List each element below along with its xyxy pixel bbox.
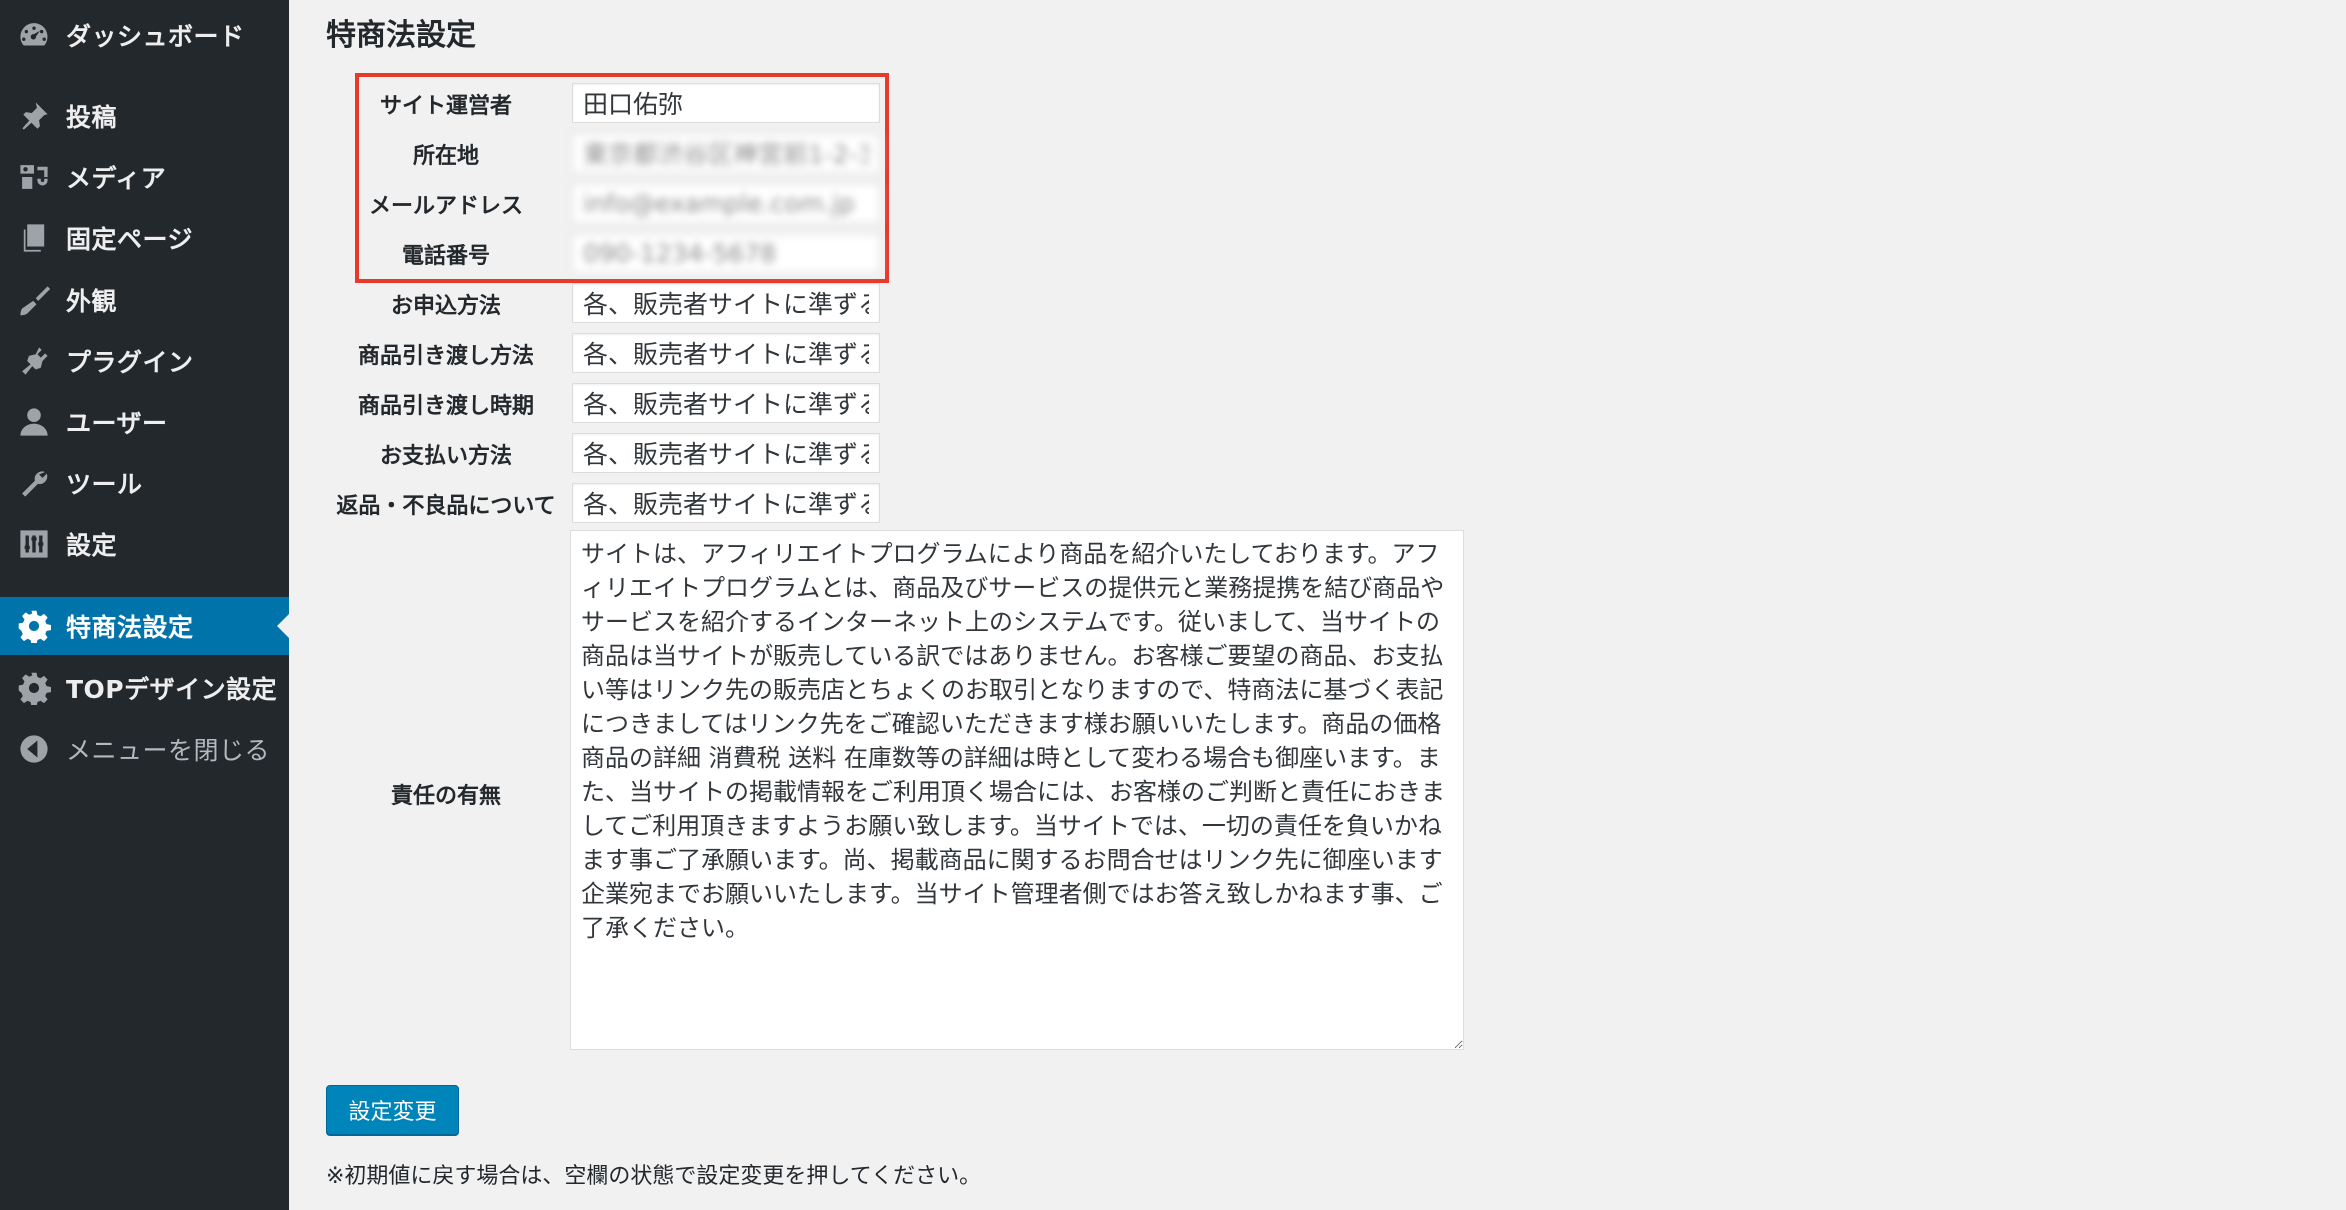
sidebar-item-tools[interactable]: ツール bbox=[0, 454, 289, 512]
payment-method-input[interactable] bbox=[572, 433, 880, 473]
application-method-input[interactable] bbox=[572, 283, 880, 323]
brush-icon bbox=[14, 280, 54, 320]
sidebar-item-label: 設定 bbox=[66, 531, 118, 560]
sidebar-item-label: ツール bbox=[66, 470, 143, 499]
admin-sidebar: ダッシュボード 投稿 メディア 固定ページ 外観 プラグイン ユーザー ツール … bbox=[0, 0, 289, 1210]
email-input[interactable] bbox=[572, 183, 880, 223]
collapse-icon bbox=[14, 729, 54, 769]
sidebar-item-label: メニューを閉じる bbox=[66, 736, 271, 765]
page-title: 特商法設定 bbox=[326, 18, 476, 53]
site-operator-input[interactable] bbox=[572, 83, 880, 123]
sidebar-item-tokushoho[interactable]: 特商法設定 bbox=[0, 597, 289, 655]
field-label-application-method: お申込方法 bbox=[390, 294, 501, 319]
sidebar-item-users[interactable]: ユーザー bbox=[0, 393, 289, 451]
sidebar-item-posts[interactable]: 投稿 bbox=[0, 87, 289, 145]
settings-icon bbox=[14, 524, 54, 564]
sidebar-item-label: TOPデザイン設定 bbox=[66, 675, 278, 704]
field-label-delivery-method: 商品引き渡し方法 bbox=[357, 344, 534, 369]
phone-input[interactable] bbox=[572, 233, 880, 273]
sidebar-item-label: 投稿 bbox=[66, 103, 118, 132]
field-label-payment-method: お支払い方法 bbox=[379, 444, 512, 469]
dashboard-icon bbox=[14, 15, 54, 55]
field-label-email: メールアドレス bbox=[368, 194, 523, 219]
sidebar-item-settings[interactable]: 設定 bbox=[0, 515, 289, 573]
save-settings-button[interactable]: 設定変更 bbox=[326, 1085, 459, 1135]
gear-icon bbox=[14, 606, 54, 646]
field-label-site-operator: サイト運営者 bbox=[379, 94, 512, 119]
plugin-icon bbox=[14, 341, 54, 381]
delivery-method-input[interactable] bbox=[572, 333, 880, 373]
sidebar-item-label: 特商法設定 bbox=[66, 613, 194, 642]
field-label-liability: 責任の有無 bbox=[390, 784, 501, 809]
address-input[interactable] bbox=[572, 133, 880, 173]
liability-textarea[interactable]: サイトは、アフィリエイトプログラムにより商品を紹介いたしております。アフィリエイ… bbox=[570, 530, 1464, 1050]
sidebar-item-appearance[interactable]: 外観 bbox=[0, 271, 289, 329]
user-icon bbox=[14, 402, 54, 442]
media-icon bbox=[14, 157, 54, 197]
sidebar-item-dashboard[interactable]: ダッシュボード bbox=[0, 6, 289, 64]
field-label-delivery-time: 商品引き渡し時期 bbox=[357, 394, 534, 419]
wrench-icon bbox=[14, 463, 54, 503]
gear-icon bbox=[14, 668, 54, 708]
sidebar-item-label: ユーザー bbox=[66, 409, 168, 438]
sidebar-item-pages[interactable]: 固定ページ bbox=[0, 209, 289, 267]
sidebar-item-label: メディア bbox=[66, 164, 167, 193]
reset-footnote: ※初期値に戻す場合は、空欄の状態で設定変更を押してください。 bbox=[326, 1164, 982, 1189]
sidebar-item-top-design[interactable]: TOPデザイン設定 bbox=[0, 659, 289, 717]
delivery-time-input[interactable] bbox=[572, 383, 880, 423]
sidebar-item-label: ダッシュボード bbox=[66, 22, 245, 51]
sidebar-item-label: 外観 bbox=[66, 287, 118, 316]
pin-icon bbox=[14, 96, 54, 136]
field-label-phone: 電話番号 bbox=[401, 244, 490, 269]
sidebar-item-plugins[interactable]: プラグイン bbox=[0, 332, 289, 390]
sidebar-item-label: 固定ページ bbox=[66, 225, 194, 254]
page-icon bbox=[14, 218, 54, 258]
sidebar-collapse-menu[interactable]: メニューを閉じる bbox=[0, 720, 289, 778]
sidebar-item-media[interactable]: メディア bbox=[0, 148, 289, 206]
field-label-address: 所在地 bbox=[412, 144, 479, 169]
sidebar-item-label: プラグイン bbox=[66, 348, 194, 377]
returns-input[interactable] bbox=[572, 483, 880, 523]
field-label-returns: 返品・不良品について bbox=[336, 494, 556, 519]
